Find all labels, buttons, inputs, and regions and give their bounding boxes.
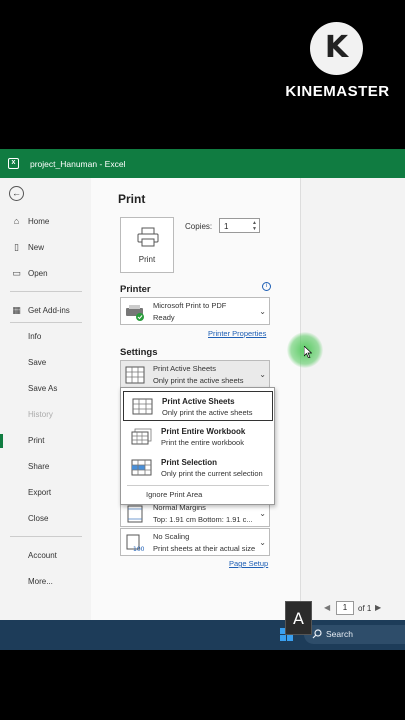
nav-export[interactable]: Export [0, 483, 91, 503]
selection-icon [131, 459, 152, 476]
page-setup-link[interactable]: Page Setup [229, 559, 268, 568]
nav-open[interactable]: ▭ Open [0, 264, 91, 284]
nav-divider [10, 291, 82, 292]
printer-status-icon [126, 305, 144, 321]
print-scope-menu: Print Active Sheets Only print the activ… [120, 387, 275, 505]
nav-save-as-label: Save As [28, 384, 58, 393]
menu-item-title: Print Active Sheets [162, 397, 235, 406]
margins-desc: Top: 1.91 cm Bottom: 1.91 c... [153, 515, 253, 524]
print-button-label: Print [138, 255, 156, 264]
printer-name: Microsoft Print to PDF [153, 301, 227, 310]
nav-share-label: Share [28, 462, 50, 471]
ignore-print-area-item[interactable]: Ignore Print Area [146, 490, 202, 499]
nav-home[interactable]: ⌂ Home [0, 212, 91, 232]
margins-icon [127, 505, 143, 523]
printer-dropdown[interactable]: Microsoft Print to PDF Ready ⌄ [120, 297, 270, 325]
next-page-icon[interactable]: ▶ [375, 603, 381, 612]
nav-open-label: Open [28, 269, 48, 278]
nav-get-addins[interactable]: ▦ Get Add-ins [0, 301, 91, 321]
print-scope-title: Print Active Sheets [153, 364, 216, 373]
taskbar-search-label: Search [326, 629, 353, 639]
nav-new-label: New [28, 243, 45, 252]
keystroke-overlay: A [285, 601, 312, 635]
page-number-input[interactable]: 1 [336, 601, 354, 615]
nav-history: History [0, 405, 91, 425]
settings-heading: Settings [120, 347, 158, 358]
scaling-title: No Scaling [153, 532, 190, 541]
nav-home-label: Home [28, 217, 50, 226]
nav-more[interactable]: More... [0, 572, 91, 592]
menu-item-desc: Only print the active sheets [162, 408, 253, 417]
menu-divider [127, 485, 269, 486]
info-icon[interactable]: i [262, 282, 271, 291]
nav-print-label: Print [28, 436, 45, 445]
nav-account[interactable]: Account [0, 546, 91, 566]
nav-close[interactable]: Close [0, 509, 91, 529]
scaling-icon: 100 [126, 534, 145, 552]
print-scope-dropdown[interactable]: Print Active Sheets Only print the activ… [120, 360, 270, 388]
previous-page-icon[interactable]: ◀ [324, 603, 330, 612]
kinemaster-watermark: KINEMASTER [285, 83, 390, 100]
kinemaster-logo-letter: K [324, 30, 349, 65]
print-preview-pane [300, 178, 405, 620]
copies-label: Copies: [185, 222, 213, 231]
taskbar-search[interactable]: Search [304, 625, 405, 644]
nav-new[interactable]: ▯ New [0, 238, 91, 258]
print-scope-desc: Only print the active sheets [153, 376, 244, 385]
grid-icon: ▦ [12, 305, 21, 315]
nav-save[interactable]: Save [0, 353, 91, 373]
nav-print[interactable]: Print [0, 431, 91, 451]
mouse-cursor-icon [304, 346, 312, 358]
new-file-icon: ▯ [14, 242, 19, 252]
page-total: of 1 [358, 604, 372, 613]
workbook-icon [131, 428, 152, 445]
spinner-icon[interactable]: ▲ ▼ [252, 220, 257, 232]
nav-info[interactable]: Info [0, 327, 91, 347]
copies-value: 1 [224, 222, 229, 231]
sheet-icon [132, 398, 153, 415]
search-icon [312, 629, 322, 639]
menu-item-title: Print Entire Workbook [161, 427, 246, 436]
chevron-down-icon: ⌄ [259, 370, 266, 379]
nav-divider [10, 536, 82, 537]
window-titlebar: x project_Hanuman - Excel [0, 149, 405, 178]
nav-save-as[interactable]: Save As [0, 379, 91, 399]
excel-icon: x [8, 158, 19, 169]
nav-export-label: Export [28, 488, 52, 497]
nav-divider [10, 322, 82, 323]
sheet-icon [125, 366, 145, 384]
page-title: Print [118, 192, 146, 206]
chevron-down-icon: ⌄ [259, 538, 266, 547]
window-title: project_Hanuman - Excel [30, 159, 126, 169]
nav-more-label: More... [28, 577, 53, 586]
kinemaster-logo: K [310, 22, 363, 75]
svg-text:100: 100 [133, 546, 145, 552]
printer-properties-link[interactable]: Printer Properties [208, 329, 266, 338]
back-arrow-icon[interactable]: ← [9, 186, 24, 201]
scaling-desc: Print sheets at their actual size [153, 544, 256, 553]
chevron-down-icon: ⌄ [259, 509, 266, 518]
printer-heading: Printer [120, 284, 151, 295]
menu-item-print-entire-workbook[interactable]: Print Entire Workbook Print the entire w… [123, 422, 273, 452]
menu-item-print-selection[interactable]: Print Selection Only print the current s… [123, 453, 273, 483]
nav-history-label: History [28, 410, 53, 419]
printer-status: Ready [153, 313, 175, 322]
copies-stepper[interactable]: 1 ▲ ▼ [219, 218, 260, 233]
nav-save-label: Save [28, 358, 47, 367]
folder-icon: ▭ [12, 268, 21, 278]
menu-item-desc: Print the entire workbook [161, 438, 244, 447]
nav-info-label: Info [28, 332, 42, 341]
nav-share[interactable]: Share [0, 457, 91, 477]
home-icon: ⌂ [13, 216, 20, 226]
menu-item-desc: Only print the current selection [161, 469, 263, 478]
nav-close-label: Close [28, 514, 49, 523]
nav-account-label: Account [28, 551, 57, 560]
scaling-dropdown[interactable]: 100 No Scaling Print sheets at their act… [120, 528, 270, 556]
nav-get-addins-label: Get Add-ins [28, 306, 70, 315]
chevron-down-icon: ⌄ [259, 307, 266, 316]
print-button[interactable]: Print [120, 217, 174, 273]
printer-icon [137, 227, 159, 247]
menu-item-title: Print Selection [161, 458, 218, 467]
menu-item-print-active-sheets[interactable]: Print Active Sheets Only print the activ… [123, 391, 273, 421]
